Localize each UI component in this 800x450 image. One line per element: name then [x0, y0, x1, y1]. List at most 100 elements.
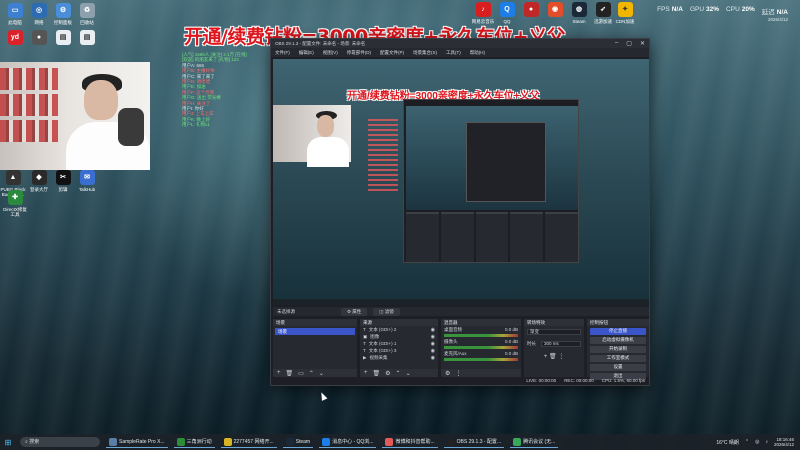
gear-icon[interactable]: ⚙	[385, 370, 390, 377]
start-button[interactable]: ⊞	[0, 438, 16, 447]
menu-help[interactable]: 帮助(H)	[470, 50, 485, 56]
transition-select[interactable]: 渐变	[527, 329, 581, 335]
volume-meter[interactable]	[444, 334, 518, 337]
clock[interactable]: 18:16:46 2026/4/12	[774, 437, 794, 447]
taskbar-app[interactable]: 消息中心 - QQ浏...	[319, 436, 377, 448]
source-item[interactable]: ▶ 视频采集 ◉	[360, 354, 438, 361]
trash-icon[interactable]: 🗑	[549, 354, 557, 360]
sources-header: 来源	[360, 319, 438, 326]
minimize-icon[interactable]: –	[615, 40, 618, 47]
volume-meter[interactable]	[444, 358, 518, 361]
desktop-icon-cdn[interactable]: ✦ CDN加速	[612, 2, 638, 24]
down-icon[interactable]: ⌄	[319, 370, 324, 377]
scene-item[interactable]: 场景	[275, 328, 355, 335]
duration-input[interactable]: 300 ms	[541, 341, 581, 347]
network-icon[interactable]: ◎	[755, 439, 759, 445]
desktop-icon-directx[interactable]: ✚ DirectX修复工具	[2, 190, 28, 217]
source-item[interactable]: T 文本 (GDI+) 1 ◉	[360, 340, 438, 347]
taskbar-app[interactable]: SampleRate Pro X...	[106, 436, 168, 448]
properties-button[interactable]: ⚙ 属性	[341, 307, 368, 316]
add-icon[interactable]: +	[364, 370, 368, 376]
source-item[interactable]: T 文本 (GDI+) 2 ◉	[360, 326, 438, 333]
close-icon[interactable]: ✕	[640, 40, 645, 47]
figure-shelf	[0, 94, 58, 116]
menu-scene-collection[interactable]: 场景集合(S)	[413, 50, 437, 56]
recycle-bin-icon: ♻	[79, 3, 95, 18]
desktop-icon-talkhub[interactable]: ✉ TalkHub	[74, 170, 100, 192]
menu-file[interactable]: 文件(F)	[275, 50, 290, 56]
file-icon: ▤	[79, 30, 95, 45]
desktop-icon-network[interactable]: ◎ 网络	[26, 3, 52, 25]
desktop-icon-yd[interactable]: yd	[2, 30, 28, 47]
taskbar-app-obs[interactable]: OBS 29.1.3 - 配置...	[443, 436, 505, 448]
up-icon[interactable]: ⌃	[396, 370, 401, 377]
volume-icon[interactable]: ♪	[765, 439, 768, 445]
mixer-dock: 混音器 桌面音频 0.0 dB 摄像头 0.0 dB 麦克风/Aux 0.0 d…	[441, 319, 521, 377]
source-item[interactable]: ▣ 图像 ◉	[360, 333, 438, 340]
desktop-icon-steam[interactable]: ◍ Steam	[566, 2, 592, 24]
source-item[interactable]: T 文本 (GDI+) 3 ◉	[360, 347, 438, 354]
studio-mode-button[interactable]: 工作室模式	[590, 355, 646, 362]
directx-icon: ✚	[7, 190, 23, 205]
menu-docks[interactable]: 停靠部件(D)	[347, 50, 371, 56]
taskbar-search[interactable]: ⌕ 搜索	[20, 437, 100, 447]
add-icon[interactable]: +	[277, 370, 281, 376]
eye-icon[interactable]: ◉	[431, 334, 435, 340]
desktop-icon-recycle-bin[interactable]: ♻ 回收站	[74, 3, 100, 25]
trash-icon[interactable]: 🗑	[286, 370, 294, 377]
taskbar-app[interactable]: 腾讯会议 (无...	[510, 436, 559, 448]
chevron-up-icon[interactable]: ⌃	[745, 439, 749, 445]
desktop-icon-this-pc[interactable]: ▭ 此电脑	[2, 3, 28, 25]
desktop-icon-file-2[interactable]: ▤	[74, 30, 100, 47]
maximize-icon[interactable]: ▢	[626, 40, 632, 47]
more-icon[interactable]: ⋮	[558, 354, 564, 360]
eye-icon[interactable]: ◉	[431, 341, 435, 347]
text-icon: T	[363, 348, 366, 353]
eye-icon[interactable]: ◉	[431, 355, 435, 361]
virtual-camera-button[interactable]: 启动虚拟摄像机	[590, 337, 646, 344]
stop-streaming-button[interactable]: 停止直播	[590, 328, 646, 335]
settings-button[interactable]: 设置	[590, 364, 646, 371]
trash-icon[interactable]: 🗑	[373, 370, 381, 377]
preview-nested-obs	[403, 99, 579, 263]
desktop-icon-file-1[interactable]: ▤	[50, 30, 76, 47]
menu-tools[interactable]: 工具(T)	[446, 50, 461, 56]
mixer-channel: 麦克风/Aux 0.0 dB	[441, 350, 521, 362]
taskbar-app[interactable]: 三角洲行动	[173, 436, 215, 448]
menu-edit[interactable]: 编辑(E)	[299, 50, 314, 56]
gear-icon[interactable]: ⚙	[445, 370, 450, 377]
desktop-icon-qq[interactable]: Q QQ	[494, 2, 520, 24]
live-timer: LIVE: 00:00:00	[526, 378, 557, 383]
filter-icon[interactable]: ▭	[298, 370, 304, 377]
menu-profile[interactable]: 配置文件(P)	[380, 50, 404, 56]
menu-view[interactable]: 视图(V)	[323, 50, 338, 56]
more-icon[interactable]: ⋮	[455, 370, 461, 377]
taskbar-app[interactable]: 微博和抖音帮助...	[382, 436, 438, 448]
filters-button[interactable]: ◫ 滤镜	[373, 307, 400, 316]
desktop-icon-app-a[interactable]: ●	[518, 2, 544, 19]
eye-icon[interactable]: ◉	[431, 327, 435, 333]
chat-overlay: [人气] 1688人 [关注] 2.1万 [在线] [欢迎] 的朋友来了 [礼物…	[182, 52, 268, 128]
taskbar-app[interactable]: 2277457 网络开...	[220, 436, 277, 448]
taskbar-app[interactable]: Steam	[282, 436, 314, 448]
desktop-icon-app-b[interactable]: ◉	[542, 2, 568, 19]
eye-icon[interactable]: ◉	[431, 348, 435, 354]
desktop-icon-netease[interactable]: ♪ 网易云音乐	[470, 2, 496, 24]
start-recording-button[interactable]: 开始录制	[590, 346, 646, 353]
obs-window[interactable]: OBS 29.1.3 - 配置文件: 未命名 - 场景: 未命名 – ▢ ✕ 文…	[270, 38, 650, 386]
figure-shelf	[0, 68, 58, 90]
obs-titlebar[interactable]: OBS 29.1.3 - 配置文件: 未命名 - 场景: 未命名 – ▢ ✕	[271, 39, 649, 48]
mixer-header: 混音器	[441, 319, 521, 326]
weather-widget[interactable]: 16°C 晴朗	[716, 439, 739, 446]
desktop-icon-control-panel[interactable]: ⚙ 控制面板	[50, 3, 76, 25]
steam-icon	[285, 437, 294, 446]
obs-preview[interactable]: 开通/续费钻粉=3000亲密度+永久车位+义父	[273, 59, 649, 305]
add-icon[interactable]: +	[544, 354, 548, 360]
up-icon[interactable]: ⌃	[309, 370, 314, 377]
mixer-channel: 桌面音频 0.0 dB	[441, 326, 521, 338]
down-icon[interactable]: ⌄	[406, 370, 411, 377]
desktop-icon-editor[interactable]: ✂ 剪辑	[50, 170, 76, 192]
desktop-icon-avatar[interactable]: ●	[26, 30, 52, 47]
volume-meter[interactable]	[444, 346, 518, 349]
desktop-icon-lobby[interactable]: ◆ 登录大厅	[26, 170, 52, 192]
